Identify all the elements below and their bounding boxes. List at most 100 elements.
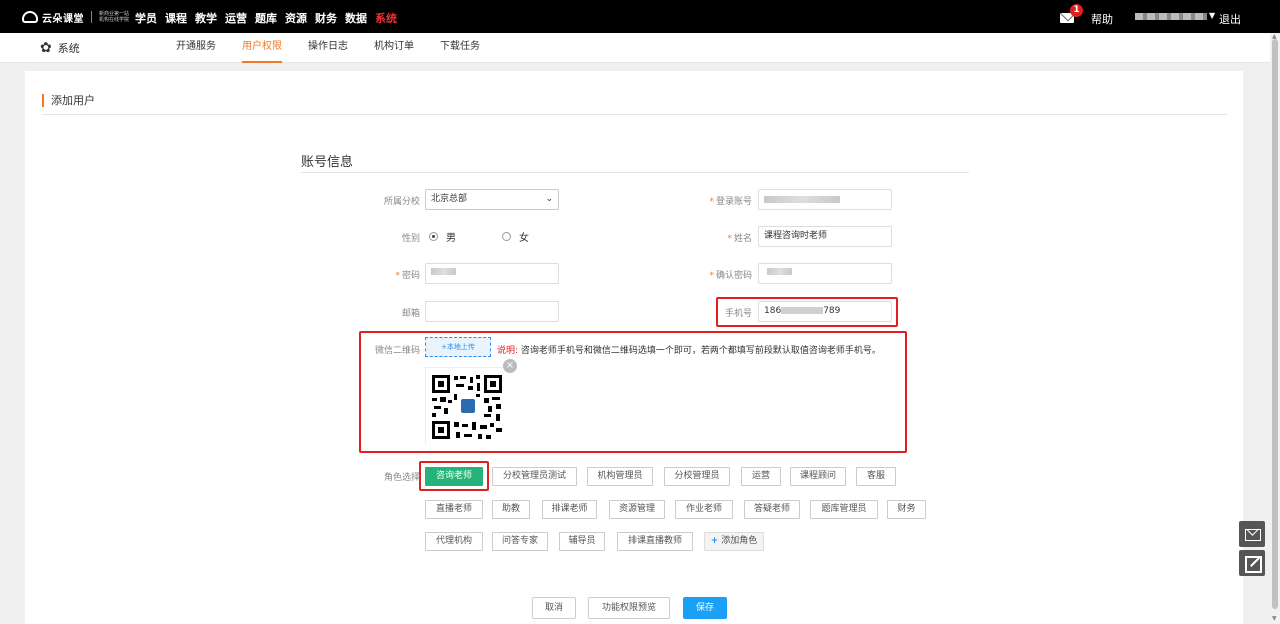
main-panel: 添加用户 账号信息 所属分校 北京总部 ⌄ * 登录账号 性别 男 女 * 姓名 课… <box>25 71 1243 624</box>
nav-item-resources[interactable]: 资源 <box>285 10 307 26</box>
name-label: * 姓名 <box>727 234 752 244</box>
sub-nav-bar: ✿ 系统 开通服务 用户权限 操作日志 机构订单 下载任务 <box>0 33 1270 63</box>
messages-button[interactable]: 1 <box>1060 4 1083 23</box>
role-scheduler[interactable]: 排课老师 <box>542 500 597 519</box>
remove-qr-button[interactable]: × <box>503 359 517 373</box>
local-upload-button[interactable]: +本地上传 <box>425 337 491 357</box>
redacted-value <box>767 268 792 275</box>
qr-note: 说明: 咨询老师手机号和微信二维码选填一个即可，若两个都填写前段默认取值咨询老师… <box>497 343 881 356</box>
name-input[interactable]: 课程咨询时老师 <box>758 226 892 247</box>
email-input[interactable] <box>425 301 559 322</box>
role-org-admin[interactable]: 机构管理员 <box>587 467 653 486</box>
nav-item-teaching[interactable]: 教学 <box>195 10 217 26</box>
role-assistant[interactable]: 助教 <box>492 500 530 519</box>
edit-float-icon[interactable] <box>1239 550 1265 576</box>
login-account-input[interactable] <box>758 189 892 210</box>
user-account-name[interactable] <box>1135 13 1207 20</box>
main-nav: 学员 课程 教学 运营 题库 资源 财务 数据 系统 <box>135 10 397 26</box>
password-label: * 密码 <box>395 271 420 281</box>
confirm-password-label: * 确认密码 <box>709 271 752 281</box>
confirm-password-input[interactable] <box>758 263 892 284</box>
cloud-logo-icon <box>22 11 38 23</box>
branch-select-value: 北京总部 <box>431 194 468 204</box>
phone-label: 手机号 <box>724 309 752 319</box>
redacted-value <box>431 268 456 275</box>
role-label: 角色选择 <box>383 473 420 483</box>
gender-label: 性别 <box>401 234 420 244</box>
nav-item-courses[interactable]: 课程 <box>165 10 187 26</box>
tab-org-orders[interactable]: 机构订单 <box>374 33 414 63</box>
tab-user-permissions[interactable]: 用户权限 <box>242 33 282 63</box>
nav-item-question-bank[interactable]: 题库 <box>255 10 277 26</box>
sub-tabs: 开通服务 用户权限 操作日志 机构订单 下载任务 <box>176 33 480 63</box>
add-role-button[interactable]: + 添加角色 <box>704 532 764 551</box>
logo-subtitle: 新商业第一站 机构在线学院 <box>99 11 130 23</box>
phone-suffix: 789 <box>823 306 841 316</box>
scrollbar-thumb[interactable] <box>1272 39 1278 609</box>
wechat-qr-label: 微信二维码 <box>374 346 420 356</box>
gear-icon: ✿ <box>40 40 52 56</box>
role-resource-manager[interactable]: 资源管理 <box>609 500 665 519</box>
role-course-advisor[interactable]: 课程顾问 <box>790 467 846 486</box>
phone-input[interactable]: 186 789 <box>758 301 892 322</box>
login-account-label: * 登录账号 <box>709 197 752 207</box>
gender-female-label: 女 <box>519 233 529 244</box>
qr-code-icon <box>426 368 510 446</box>
tab-operation-log[interactable]: 操作日志 <box>308 33 348 63</box>
role-agency[interactable]: 代理机构 <box>425 532 483 551</box>
role-qa-teacher[interactable]: 答疑老师 <box>744 500 800 519</box>
help-link[interactable]: 帮助 <box>1091 11 1113 27</box>
role-consultant-teacher[interactable]: 咨询老师 <box>425 467 483 486</box>
scroll-down-icon[interactable]: ▼ <box>1272 615 1277 622</box>
nav-item-students[interactable]: 学员 <box>135 10 157 26</box>
email-label: 邮箱 <box>401 309 420 319</box>
plus-icon: + <box>710 536 719 546</box>
tab-download-tasks[interactable]: 下载任务 <box>440 33 480 63</box>
section-indicator: ✿ 系统 <box>40 40 80 56</box>
nav-item-operations[interactable]: 运营 <box>225 10 247 26</box>
redacted-value <box>781 307 824 314</box>
role-question-bank-admin[interactable]: 题库管理员 <box>810 500 878 519</box>
role-qa-expert[interactable]: 问答专家 <box>492 532 548 551</box>
branch-select[interactable]: 北京总部 ⌄ <box>425 189 559 210</box>
role-customer-service[interactable]: 客服 <box>856 467 896 486</box>
nav-item-data[interactable]: 数据 <box>345 10 367 26</box>
gender-male-label: 男 <box>446 233 456 244</box>
role-operations[interactable]: 运营 <box>741 467 781 486</box>
message-float-icon[interactable] <box>1239 521 1265 547</box>
role-finance[interactable]: 财务 <box>887 500 926 519</box>
divider <box>42 114 1227 115</box>
gender-male-radio[interactable] <box>429 232 438 241</box>
role-branch-admin[interactable]: 分校管理员 <box>664 467 730 486</box>
tab-open-service[interactable]: 开通服务 <box>176 33 216 63</box>
note-text: 咨询老师手机号和微信二维码选填一个即可，若两个都填写前段默认取值咨询老师手机号。 <box>520 346 881 356</box>
role-live-scheduler-teacher[interactable]: 排课直播教师 <box>617 532 693 551</box>
vertical-scrollbar[interactable]: ▲ ▼ <box>1270 33 1280 624</box>
branch-label: 所属分校 <box>383 197 420 207</box>
logo-text: 云朵课堂 <box>42 13 84 25</box>
role-homework-teacher[interactable]: 作业老师 <box>675 500 733 519</box>
section-name: 系统 <box>57 42 80 55</box>
top-nav-bar: 云朵课堂 新商业第一站 机构在线学院 学员 课程 教学 运营 题库 资源 财务 … <box>0 0 1280 33</box>
nav-item-system[interactable]: 系统 <box>375 10 397 26</box>
save-button[interactable]: 保存 <box>683 597 727 619</box>
divider <box>301 172 969 173</box>
role-branch-admin-test[interactable]: 分校管理员测试 <box>492 467 577 486</box>
section-title: 账号信息 <box>301 155 354 170</box>
logout-link[interactable]: 退出 <box>1219 11 1241 27</box>
nav-item-finance[interactable]: 财务 <box>315 10 337 26</box>
note-label: 说明: <box>497 346 519 356</box>
logo-divider <box>91 11 92 23</box>
gender-female-radio[interactable] <box>502 232 511 241</box>
phone-prefix: 186 <box>764 306 782 316</box>
permission-preview-button[interactable]: 功能权限预览 <box>588 597 670 619</box>
add-role-label: 添加角色 <box>721 536 758 546</box>
caret-down-icon[interactable]: ▼ <box>1209 11 1215 20</box>
role-live-teacher[interactable]: 直播老师 <box>425 500 483 519</box>
role-counselor[interactable]: 辅导员 <box>559 532 605 551</box>
password-input[interactable] <box>425 263 559 284</box>
logo[interactable]: 云朵课堂 新商业第一站 机构在线学院 <box>22 9 129 25</box>
cancel-button[interactable]: 取消 <box>532 597 576 619</box>
redacted-value <box>764 196 840 203</box>
chevron-down-icon: ⌄ <box>545 194 553 204</box>
